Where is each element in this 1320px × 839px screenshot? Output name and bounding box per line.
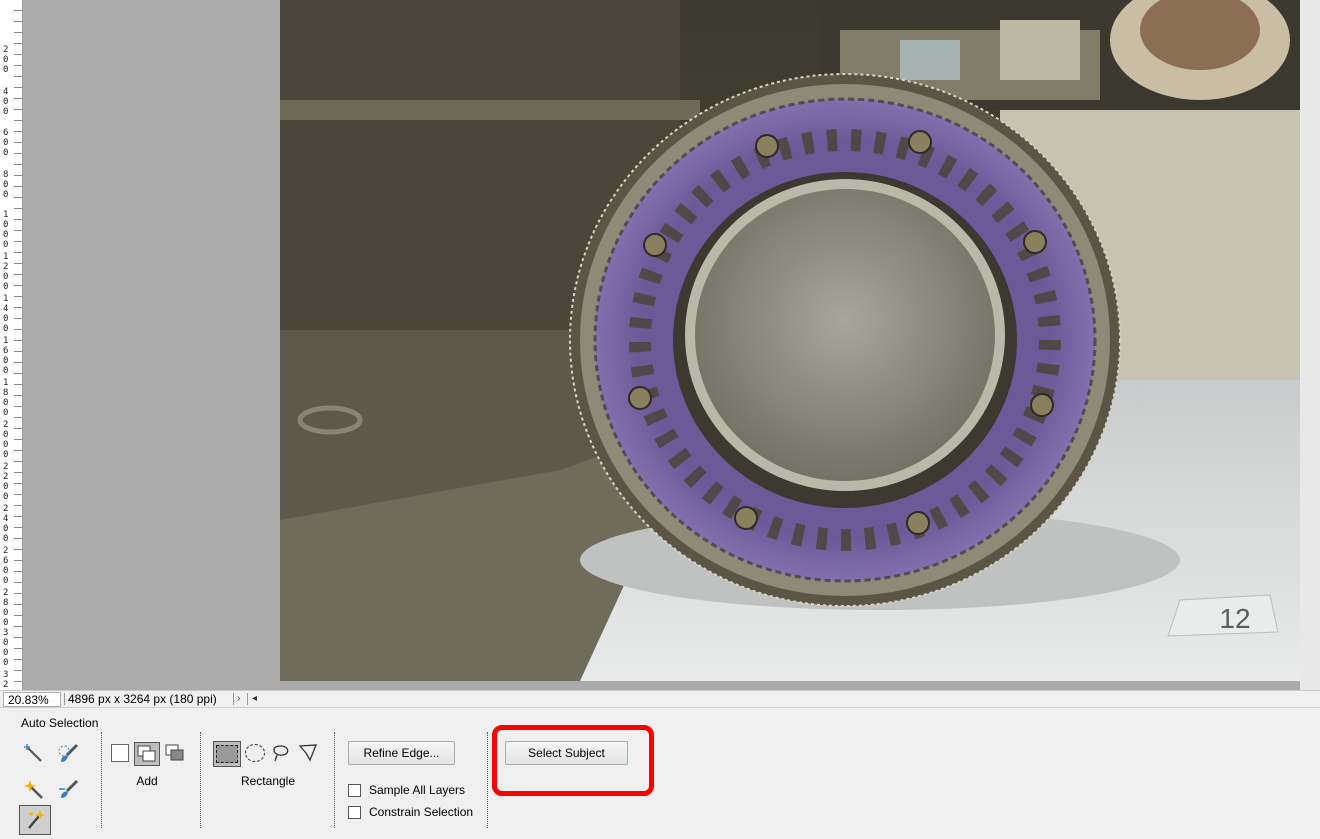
document-size-info: 4896 px x 3264 px (180 ppi): [68, 692, 217, 706]
ruler-label: 2 2 0 0: [3, 462, 9, 502]
ruler-label: 2 0 0 0: [3, 420, 9, 460]
shape-label: Rectangle: [240, 774, 296, 788]
constrain-selection-checkbox[interactable]: Constrain Selection: [348, 805, 473, 819]
tool-options-panel: Auto Selection Add Rectangle Refine Edge…: [0, 707, 1320, 839]
horizontal-scrollbar[interactable]: [262, 692, 1320, 706]
panel-divider: [200, 732, 202, 828]
add-selection-mode-icon[interactable]: [134, 742, 160, 766]
ruler-label: 2 4 0 0: [3, 504, 9, 544]
lasso-shape-icon[interactable]: [270, 743, 292, 763]
select-subject-highlight-box: [492, 725, 654, 796]
sample-all-layers-label: Sample All Layers: [369, 783, 466, 797]
vertical-ruler: 2 0 0 4 0 0 6 0 0 8 0 0 1 0 0 0 1 2 0 0 1 4 0 …: [0, 0, 23, 690]
status-bar: 20.83% 4896 px x 3264 px (180 ppi) › ◂: [0, 690, 1320, 707]
photo-image: 12: [280, 0, 1300, 681]
checkbox-box[interactable]: [348, 805, 361, 819]
ruler-label: 3 0 0 0: [3, 628, 9, 668]
ruler-label: 1 8 0 0: [3, 378, 9, 418]
status-info-arrow-icon[interactable]: ›: [237, 691, 240, 707]
status-separator: [247, 693, 248, 705]
ruler-label: 1 6 0 0: [3, 336, 9, 376]
canvas-workspace[interactable]: 12: [23, 0, 1320, 690]
ruler-label: 1 4 0 0: [3, 294, 9, 334]
subtract-selection-mode-icon[interactable]: [164, 743, 186, 763]
rectangle-shape-icon[interactable]: [213, 741, 241, 767]
panel-divider: [101, 732, 103, 828]
zoom-level-field[interactable]: 20.83%: [3, 692, 61, 707]
ruler-label: 2 6 0 0: [3, 546, 9, 586]
vertical-scrollbar[interactable]: [1300, 0, 1320, 690]
scroll-left-arrow-icon[interactable]: ◂: [252, 691, 257, 707]
status-separator: [233, 693, 234, 705]
panel-divider: [487, 732, 489, 828]
ruler-label: 8 0 0: [3, 170, 9, 200]
ruler-label: 4 0 0: [3, 87, 9, 117]
document-canvas[interactable]: 12: [280, 0, 1300, 681]
magic-wand-icon[interactable]: [20, 740, 48, 768]
ruler-label: 6 0 0: [3, 128, 9, 158]
ruler-label: 1 2 0 0: [3, 252, 9, 292]
ellipse-shape-icon[interactable]: [244, 743, 266, 763]
ruler-label: 3 2: [3, 670, 9, 690]
polygon-lasso-shape-icon[interactable]: [297, 743, 319, 763]
ruler-label: 2 0 0: [3, 45, 9, 75]
auto-selection-wand-icon[interactable]: [19, 805, 51, 835]
panel-title: Auto Selection: [21, 716, 99, 730]
refine-edge-button[interactable]: Refine Edge...: [348, 741, 455, 765]
status-separator: [64, 693, 65, 705]
exhibit-number-label: 12: [1219, 603, 1250, 634]
ruler-label: 1 0 0 0: [3, 210, 9, 250]
selection-mode-label: Add: [136, 774, 158, 788]
constrain-selection-label: Constrain Selection: [369, 805, 474, 819]
panel-divider: [334, 732, 336, 828]
new-selection-mode-icon[interactable]: [110, 743, 130, 763]
refine-brush-icon[interactable]: [54, 776, 82, 804]
ruler-label: 2 8 0 0: [3, 588, 9, 628]
sparkle-wand-icon[interactable]: [20, 776, 48, 804]
sample-all-layers-checkbox[interactable]: Sample All Layers: [348, 783, 465, 797]
quick-selection-brush-icon[interactable]: [54, 740, 82, 768]
checkbox-box[interactable]: [348, 783, 361, 797]
